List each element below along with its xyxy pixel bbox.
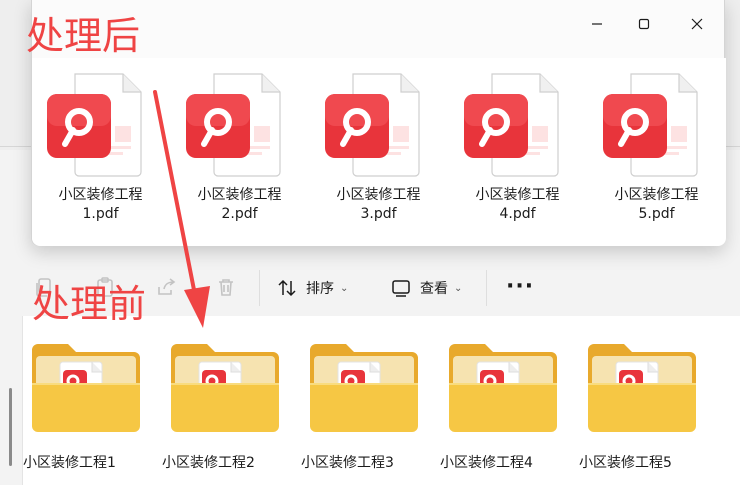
pdf-file-name: 小区装修工程 1.pdf — [31, 186, 170, 224]
file-name-line2: 3.pdf — [360, 206, 397, 222]
close-button[interactable] — [675, 10, 719, 38]
folder-name: 小区装修工程2 — [162, 455, 255, 471]
folder-with-pdf-icon — [308, 340, 420, 432]
wps-pdf-icon — [325, 70, 425, 180]
folder-with-pdf-icon — [447, 340, 559, 432]
minimize-icon — [592, 23, 602, 25]
pdf-file-name: 小区装修工程 2.pdf — [170, 186, 309, 224]
close-icon — [691, 18, 703, 30]
wps-pdf-icon — [464, 70, 564, 180]
folder-with-pdf-icon — [30, 340, 142, 432]
toolbar-separator — [259, 270, 260, 306]
chevron-down-icon: ⌄ — [340, 282, 349, 294]
before-label: 处理前 — [32, 282, 147, 326]
maximize-icon — [638, 18, 650, 30]
minimize-button[interactable] — [575, 10, 619, 38]
more-options-button[interactable]: ··· — [506, 276, 534, 298]
sort-label: 排序 — [306, 281, 334, 297]
view-label: 查看 — [420, 281, 448, 297]
after-label: 处理后 — [26, 14, 141, 58]
folder-with-pdf-icon — [169, 340, 281, 432]
delete-icon[interactable] — [215, 276, 237, 298]
pdf-file-item[interactable]: 小区装修工程 2.pdf — [170, 70, 309, 230]
file-name-line2: 1.pdf — [82, 206, 119, 222]
file-name-line1: 小区装修工程 — [336, 187, 421, 203]
folder-item[interactable]: 小区装修工程2 — [139, 334, 281, 484]
folder-item[interactable]: 小区装修工程5 — [556, 334, 698, 484]
chevron-down-icon: ⌄ — [454, 282, 463, 294]
folder-item[interactable]: 小区装修工程1 — [0, 334, 142, 484]
pdf-file-name: 小区装修工程 5.pdf — [587, 186, 726, 224]
folder-name: 小区装修工程1 — [23, 455, 116, 471]
toolbar-separator — [486, 270, 487, 306]
pdf-file-name: 小区装修工程 4.pdf — [448, 186, 587, 224]
maximize-button[interactable] — [622, 10, 666, 38]
sort-button[interactable]: 排序 ⌄ — [276, 272, 348, 304]
pdf-file-item[interactable]: 小区装修工程 3.pdf — [309, 70, 448, 230]
folder-item[interactable]: 小区装修工程4 — [417, 334, 559, 484]
sort-arrows-icon — [278, 279, 296, 297]
pdf-file-item[interactable]: 小区装修工程 5.pdf — [587, 70, 726, 230]
pdf-file-name: 小区装修工程 3.pdf — [309, 186, 448, 224]
share-icon[interactable] — [155, 276, 177, 298]
file-name-line1: 小区装修工程 — [614, 187, 699, 203]
folder-name: 小区装修工程5 — [579, 455, 672, 471]
wps-pdf-icon — [47, 70, 147, 180]
file-name-line1: 小区装修工程 — [58, 187, 143, 203]
file-name-line2: 4.pdf — [499, 206, 536, 222]
wps-pdf-icon — [603, 70, 703, 180]
folder-with-pdf-icon — [586, 340, 698, 432]
file-name-line2: 5.pdf — [638, 206, 675, 222]
pdf-file-item[interactable]: 小区装修工程 1.pdf — [31, 70, 170, 230]
file-name-line2: 2.pdf — [221, 206, 258, 222]
pdf-file-item[interactable]: 小区装修工程 4.pdf — [448, 70, 587, 230]
folder-name: 小区装修工程3 — [301, 455, 394, 471]
view-monitor-icon — [392, 280, 410, 297]
folder-item[interactable]: 小区装修工程3 — [278, 334, 420, 484]
wps-pdf-icon — [186, 70, 286, 180]
file-name-line1: 小区装修工程 — [197, 187, 282, 203]
view-button[interactable]: 查看 ⌄ — [390, 272, 462, 304]
file-name-line1: 小区装修工程 — [475, 187, 560, 203]
folder-name: 小区装修工程4 — [440, 455, 533, 471]
